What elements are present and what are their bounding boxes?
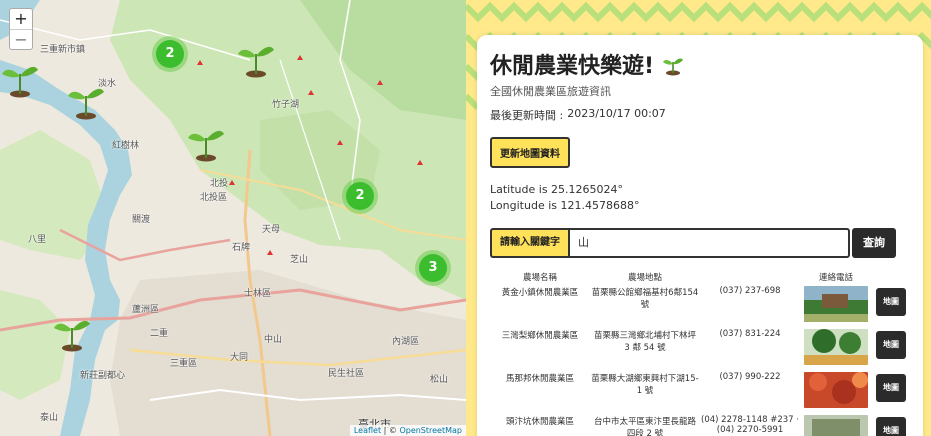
osm-link[interactable]: OpenStreetMap [399, 426, 462, 435]
table-header-row: 農場名稱 農場地點 連絡電話 [490, 270, 910, 284]
map-button[interactable]: 地圖 [876, 374, 906, 402]
refresh-map-button[interactable]: 更新地圖資料 [490, 137, 570, 168]
column-header-location: 農場地點 [627, 273, 662, 283]
table-row: 三灣梨鄉休閒農業區 苗栗縣三灣鄉北埔村下林坪 3 鄰 54 號 (037) 83… [490, 327, 910, 370]
map-place-label: 泰山 [40, 413, 59, 423]
leaflet-link[interactable]: Leaflet [354, 426, 381, 435]
map-button[interactable]: 地圖 [876, 331, 906, 359]
last-updated-value: 2023/10/17 00:07 [567, 107, 666, 120]
search-bar: 請輸入關鍵字 山 查詢 [490, 228, 910, 258]
zoom-control: + − [9, 8, 33, 50]
column-header-name: 農場名稱 [522, 273, 557, 283]
table-row: 馬那邦休閒農業區 苗栗縣大湖鄉東興村下湖15-1 號 (037) 990-222… [490, 370, 910, 413]
farm-phone: (037) 831-224 [719, 329, 781, 339]
latitude-text: Latitude is 25.1265024° [490, 183, 624, 196]
farm-photo [804, 286, 868, 322]
coordinates: Latitude is 25.1265024° Longitude is 121… [490, 182, 910, 214]
zoom-out-button[interactable]: − [10, 29, 32, 49]
farm-location: 台中市太平區東汴里長龍路四段 2 號 [593, 417, 696, 436]
map-place-label: 松山 [430, 375, 449, 385]
farm-phone: (037) 990-222 [719, 372, 781, 382]
map-place-label: 紅樹林 [112, 141, 140, 151]
page-title: 休閒農業快樂遊! [490, 49, 910, 79]
farm-photo [804, 329, 868, 365]
sprout-marker-icon[interactable] [186, 116, 226, 164]
cluster-count: 2 [156, 40, 184, 68]
column-header-phone: 連絡電話 [818, 273, 853, 283]
info-card: 休閒農業快樂遊! 全國休閒農業區旅遊資訊 最後更新時間 : 2023/10/17… [477, 35, 923, 436]
map-place-label: 三重區 [170, 359, 198, 369]
farm-location: 苗栗縣公館鄉福基村6鄰154號 [591, 288, 699, 310]
farm-name: 馬那邦休閒農業區 [505, 374, 574, 384]
marker-cluster[interactable]: 3 [415, 250, 451, 286]
sprout-icon [663, 58, 684, 76]
marker-cluster[interactable]: 2 [152, 36, 188, 72]
farm-phone: (04) 2278-1148 #237 · (04) 2270-5991 [701, 415, 799, 435]
farm-photo [804, 372, 868, 408]
map-place-label: 天母 [262, 225, 281, 235]
attribution-separator: | © [381, 426, 400, 435]
last-updated-label: 最後更新時間 : [490, 109, 564, 122]
map-place-label: 北投 [210, 179, 229, 189]
map-place-label: 大同 [230, 353, 249, 363]
farm-location: 苗栗縣大湖鄉東興村下湖15-1 號 [591, 374, 699, 396]
map-tiles [0, 0, 466, 436]
map-place-label: 新莊副都心 [80, 371, 126, 381]
map-place-label: 芝山 [290, 255, 309, 265]
sprout-marker-icon[interactable] [0, 52, 40, 100]
map-place-label: 士林區 [244, 289, 272, 299]
page-subtitle: 全國休閒農業區旅遊資訊 [490, 85, 611, 98]
map-place-label: 北投區 [200, 193, 228, 203]
farm-photo [804, 415, 868, 436]
marker-cluster[interactable]: 2 [342, 178, 378, 214]
farm-name: 黃金小鎮休閒農業區 [501, 288, 579, 298]
map-place-label: 關渡 [132, 215, 151, 225]
map-place-label: 八里 [28, 235, 47, 245]
search-label: 請輸入關鍵字 [490, 228, 568, 258]
sprout-marker-icon[interactable] [236, 32, 276, 80]
map-place-label: 中山 [264, 335, 283, 345]
farm-name: 頭汴坑休閒農業區 [505, 417, 574, 427]
sprout-marker-icon[interactable] [52, 306, 92, 354]
search-input[interactable]: 山 [568, 228, 850, 258]
search-button[interactable]: 查詢 [852, 228, 896, 258]
farm-location: 苗栗縣三灣鄉北埔村下林坪 3 鄰 54 號 [593, 331, 696, 353]
map-button[interactable]: 地圖 [876, 417, 906, 436]
map-place-label: 內湖區 [392, 337, 420, 347]
last-updated: 最後更新時間 : 2023/10/17 00:07 [490, 107, 910, 123]
table-row: 頭汴坑休閒農業區 台中市太平區東汴里長龍路四段 2 號 (04) 2278-11… [490, 413, 910, 436]
table-row: 黃金小鎮休閒農業區 苗栗縣公館鄉福基村6鄰154號 (037) 237-698 … [490, 284, 910, 327]
map-view[interactable]: + − 2 2 3 三重新市鎮 竹子湖 北投區 士林區 天母 大同 內湖區 蘆洲… [0, 0, 466, 436]
map-place-label: 竹子湖 [272, 100, 300, 110]
longitude-text: Longitude is 121.4578688° [490, 199, 640, 212]
cluster-count: 2 [346, 182, 374, 210]
zoom-in-button[interactable]: + [10, 9, 32, 29]
farm-table: 農場名稱 農場地點 連絡電話 黃金小鎮休閒農業區 苗栗縣公館鄉福基村6鄰154號… [490, 270, 910, 436]
map-place-label: 民生社區 [328, 369, 365, 379]
map-attribution: Leaflet | © OpenStreetMap [349, 425, 466, 436]
page-title-text: 休閒農業快樂遊! [490, 54, 655, 79]
map-place-label: 二重 [150, 329, 169, 339]
map-button[interactable]: 地圖 [876, 288, 906, 316]
cluster-count: 3 [419, 254, 447, 282]
map-place-label: 蘆洲區 [132, 305, 160, 315]
map-place-label: 石牌 [232, 243, 251, 253]
farm-name: 三灣梨鄉休閒農業區 [501, 331, 579, 341]
farm-phone: (037) 237-698 [719, 286, 781, 296]
sprout-marker-icon[interactable] [66, 74, 106, 122]
map-place-label: 三重新市鎮 [40, 45, 86, 55]
